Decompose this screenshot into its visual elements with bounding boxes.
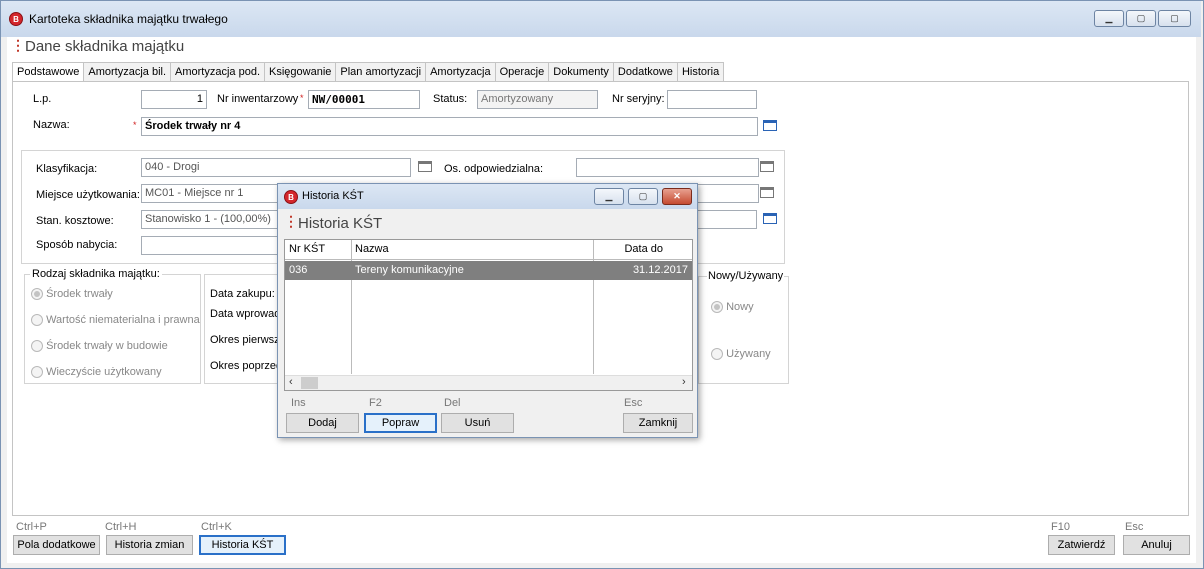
dialog-header-dots-icon: ⋮ [284, 213, 298, 229]
status-field: Amortyzowany [477, 90, 598, 109]
os-odpowiedzialna-label: Os. odpowiedzialna: [444, 163, 544, 175]
scroll-thumb[interactable] [301, 377, 318, 389]
header-dots-icon: ⋮ [11, 37, 25, 53]
anuluj-shortcut: Esc [1125, 521, 1144, 533]
folder-icon[interactable] [763, 213, 777, 224]
kst-history-grid: Nr KŚT Nazwa Data do 036 Tereny komunika… [284, 239, 693, 391]
col-data-do[interactable]: Data do [594, 240, 692, 259]
tab-dokumenty[interactable]: Dokumenty [548, 62, 614, 81]
pola-shortcut: Ctrl+P [16, 521, 47, 533]
tab-historia[interactable]: Historia [676, 62, 725, 81]
inventory-number-field[interactable]: NW/00001 [308, 90, 420, 109]
historia-kst-dialog: B Historia KŚT ▁ ▢ ✕ ⋮ Historia KŚT Nr K… [277, 183, 698, 438]
usun-shortcut: Del [444, 397, 461, 409]
cell-data: 31.12.2017 [632, 264, 688, 276]
page-title: Dane składnika majątku [25, 38, 185, 55]
lp-label: L.p. [33, 93, 52, 105]
dodaj-button[interactable]: Dodaj [286, 413, 359, 433]
folder-icon[interactable] [760, 187, 774, 198]
nowy-uzywany-title: Nowy/Używany [707, 270, 785, 282]
radio-wartosc-niematerialna[interactable]: Wartość niematerialna i prawna [31, 314, 200, 327]
dialog-logo-icon: B [284, 190, 298, 204]
dialog-title: Historia KŚT [302, 190, 364, 202]
scroll-right-icon[interactable]: › [682, 376, 686, 388]
dialog-header: Historia KŚT [298, 215, 383, 232]
okres-poprzedni-label: Okres poprzed [210, 360, 283, 372]
zatwierdz-shortcut: F10 [1051, 521, 1070, 533]
miejsce-label: Miejsce użytkowania: [36, 189, 140, 201]
dialog-maximize-icon[interactable]: ▢ [628, 188, 658, 205]
col-nr-kst[interactable]: Nr KŚT [285, 240, 329, 259]
status-label: Status: [433, 93, 468, 105]
tab-operacje[interactable]: Operacje [494, 62, 550, 81]
popraw-button[interactable]: Popraw [364, 413, 437, 433]
tab-amortyzacja[interactable]: Amortyzacja [425, 62, 496, 81]
radio-wieczyscie[interactable]: Wieczyście użytkowany [31, 366, 162, 379]
historia-zmian-button[interactable]: Historia zmian [106, 535, 193, 555]
tab-amortyzacja-pod[interactable]: Amortyzacja pod. [170, 62, 265, 81]
folder-icon[interactable] [760, 161, 774, 172]
required-mark: * [300, 93, 304, 103]
folder-icon[interactable] [763, 120, 777, 131]
serial-field[interactable] [667, 90, 757, 109]
historia-kst-button[interactable]: Historia KŚT [199, 535, 286, 555]
minimize-icon[interactable]: ▁ [1094, 10, 1124, 27]
close-icon[interactable]: ▢ [1158, 10, 1191, 27]
sposob-field[interactable] [141, 236, 281, 255]
app-logo-icon: B [9, 12, 23, 26]
miejsce-field[interactable]: MC01 - Miejsce nr 1 [141, 184, 281, 203]
radio-nowy[interactable]: Nowy [711, 301, 754, 314]
maximize-icon[interactable]: ▢ [1126, 10, 1156, 27]
dialog-minimize-icon[interactable]: ▁ [594, 188, 624, 205]
os-odpowiedzialna-field[interactable] [576, 158, 759, 177]
scroll-left-icon[interactable]: ‹ [289, 376, 293, 388]
folder-icon[interactable] [418, 161, 432, 172]
radio-srodek-trwaly[interactable]: Środek trwały [31, 288, 113, 301]
popraw-shortcut: F2 [369, 397, 382, 409]
radio-srodek-w-budowie[interactable]: Środek trwały w budowie [31, 340, 168, 353]
rodzaj-title: Rodzaj składnika majątku: [30, 268, 162, 280]
tab-plan-amortyzacji[interactable]: Plan amortyzacji [335, 62, 427, 81]
tab-dodatkowe[interactable]: Dodatkowe [612, 62, 678, 81]
inv-label: Nr inwentarzowy [217, 93, 299, 105]
dodaj-shortcut: Ins [291, 397, 306, 409]
table-row[interactable]: 036 Tereny komunikacyjne 31.12.2017 [285, 261, 692, 280]
window-title: Kartoteka składnika majątku trwałego [29, 12, 228, 26]
serial-label: Nr seryjny: [612, 93, 665, 105]
data-zakupu-label: Data zakupu: [210, 288, 275, 300]
cell-nr: 036 [289, 264, 308, 276]
tab-podstawowe[interactable]: Podstawowe [12, 62, 85, 82]
grid-header: Nr KŚT Nazwa Data do [285, 240, 692, 260]
pola-dodatkowe-button[interactable]: Pola dodatkowe [13, 535, 100, 555]
col-nazwa[interactable]: Nazwa [351, 240, 393, 259]
stan-label: Stan. kosztowe: [36, 215, 114, 227]
tab-ksiegowanie[interactable]: Księgowanie [264, 62, 337, 81]
zamknij-shortcut: Esc [624, 397, 643, 409]
klasyfikacja-field[interactable]: 040 - Drogi [141, 158, 411, 177]
nowy-uzywany-group [698, 276, 789, 384]
name-field[interactable]: Środek trwały nr 4 [141, 117, 758, 136]
lp-field[interactable]: 1 [141, 90, 207, 109]
required-mark: * [133, 120, 137, 130]
klasyfikacja-label: Klasyfikacja: [36, 163, 98, 175]
tab-bar: Podstawowe Amortyzacja bil. Amortyzacja … [12, 62, 725, 82]
tab-amortyzacja-bil[interactable]: Amortyzacja bil. [83, 62, 172, 81]
zamknij-button[interactable]: Zamknij [623, 413, 693, 433]
anuluj-button[interactable]: Anuluj [1123, 535, 1190, 555]
usun-button[interactable]: Usuń [441, 413, 514, 433]
data-wprowadzenia-label: Data wprowad [210, 308, 281, 320]
historia-zmian-shortcut: Ctrl+H [105, 521, 137, 533]
miejsce-extra-field[interactable] [697, 184, 759, 203]
sposob-label: Sposób nabycia: [36, 239, 118, 251]
dialog-close-icon[interactable]: ✕ [662, 188, 692, 205]
cell-nazwa: Tereny komunikacyjne [355, 264, 464, 276]
historia-kst-shortcut: Ctrl+K [201, 521, 232, 533]
horizontal-scrollbar[interactable]: ‹ › [285, 375, 692, 390]
okres-pierwszy-label: Okres pierwsz [210, 334, 280, 346]
zatwierdz-button[interactable]: Zatwierdź [1048, 535, 1115, 555]
stan-field[interactable]: Stanowisko 1 - (100,00%) [141, 210, 281, 229]
radio-uzywany[interactable]: Używany [711, 348, 771, 361]
name-label: Nazwa: [33, 119, 70, 131]
stan-extra-field[interactable] [697, 210, 757, 229]
